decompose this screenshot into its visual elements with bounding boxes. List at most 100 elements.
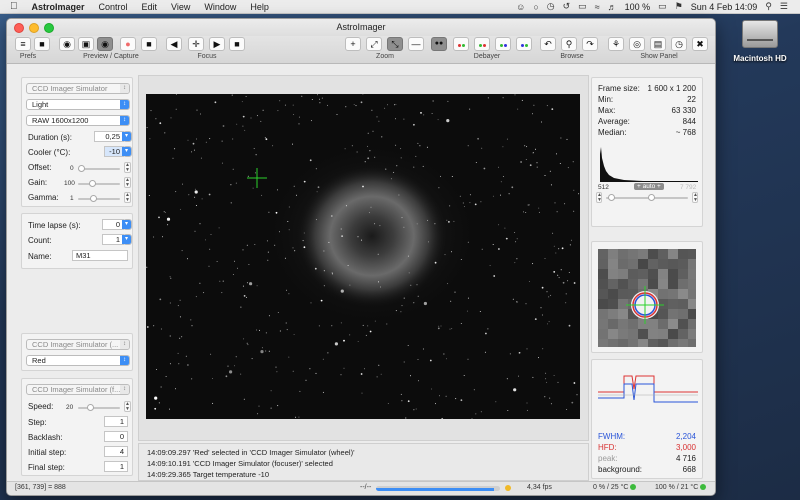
debayer-grbg-icon[interactable] <box>474 37 490 51</box>
gamma-slider[interactable] <box>78 195 120 202</box>
offset-stepper[interactable]: ▲ ▼ <box>124 162 131 173</box>
zoom-in-plus-icon[interactable]: + <box>345 37 361 51</box>
clock-icon[interactable]: ◷ <box>547 1 555 12</box>
offset-slider[interactable] <box>78 165 120 172</box>
filter-popup[interactable]: Red ↕ <box>26 355 130 366</box>
star <box>534 318 537 320</box>
duration-dropdown[interactable]: ▾ <box>122 131 132 142</box>
gain-stepper[interactable]: ▲ ▼ <box>124 177 131 188</box>
capture-stop-icon[interactable]: ■ <box>141 37 157 51</box>
zoom-out-minus-icon[interactable]: — <box>408 37 424 51</box>
browse-magnifier-icon[interactable]: ⚲ <box>561 37 577 51</box>
camera-device-popup[interactable]: CCD Imager Simulator ↕ <box>26 83 130 94</box>
clock-text[interactable]: Sun 4 Feb 14:09 <box>691 2 758 12</box>
wifi-icon[interactable]: ≈ <box>595 2 600 12</box>
count-field[interactable]: 1 <box>102 234 124 245</box>
open-folder-icon[interactable]: ■ <box>34 37 50 51</box>
speed-stepper[interactable]: ▲ ▼ <box>124 401 131 412</box>
flag-icon[interactable]: ⚑ <box>675 1 683 12</box>
frame-icon[interactable]: ▣ <box>78 37 94 51</box>
speed-slider[interactable] <box>78 404 120 411</box>
browse-undo-icon[interactable]: ↶ <box>540 37 556 51</box>
initial-step-field[interactable]: 4 <box>104 446 128 457</box>
cooler-field[interactable]: -10 <box>104 146 124 157</box>
minimize-button[interactable] <box>29 23 39 33</box>
sky-image[interactable] <box>146 94 580 419</box>
name-field[interactable]: M31 <box>72 250 128 261</box>
chat-icon[interactable]: ○ <box>533 2 538 12</box>
time-machine-icon[interactable]: ↺ <box>563 1 571 12</box>
focus-crosshair-icon[interactable] <box>247 168 267 188</box>
record-icon[interactable]: ● <box>120 37 136 51</box>
star-thumbnail[interactable] <box>598 249 696 347</box>
status-app-icon[interactable]: ☺ <box>516 2 525 12</box>
apple-menu-icon[interactable]:  <box>0 1 25 12</box>
cooler-dropdown[interactable]: ▾ <box>122 146 132 157</box>
desktop-disk[interactable]: Macintosh HD <box>728 20 792 63</box>
preview-eye-icon[interactable]: ◉ <box>59 37 75 51</box>
battery-icon[interactable]: ▭ <box>658 1 667 12</box>
focus-in-triangle-left-icon[interactable]: ◀ <box>166 37 182 51</box>
thumbnail-pixel <box>618 279 628 289</box>
volume-icon[interactable]: ♬ <box>608 2 617 12</box>
panel-globe-icon[interactable]: ◎ <box>629 37 645 51</box>
time-lapse-dropdown[interactable]: ▾ <box>122 219 132 230</box>
close-button[interactable] <box>14 23 24 33</box>
slider-knob[interactable] <box>90 195 98 202</box>
notification-center-icon[interactable]: ☰ <box>780 1 788 12</box>
time-lapse-field[interactable]: 0 <box>102 219 124 230</box>
menu-control[interactable]: Control <box>92 2 135 12</box>
step-field[interactable]: 1 <box>104 416 128 427</box>
count-dropdown[interactable]: ▾ <box>122 234 132 245</box>
panel-tools-icon[interactable]: ✖ <box>692 37 708 51</box>
backlash-field[interactable]: 0 <box>104 431 128 442</box>
debayer-gbrg-icon[interactable] <box>495 37 511 51</box>
histogram-mode-button[interactable]: + auto + <box>634 183 664 190</box>
airplay-icon[interactable]: ▭ <box>578 1 587 12</box>
focus-stop-icon[interactable]: ■ <box>229 37 245 51</box>
histogram-low-stepper[interactable]: ▲ ▼ <box>596 192 602 203</box>
zoom-button[interactable] <box>44 23 54 33</box>
hard-disk-icon[interactable] <box>742 20 778 48</box>
zoom-actual-shrink-icon[interactable]: ⤡ <box>387 37 403 51</box>
prefs-sliders-icon[interactable]: ≡ <box>15 37 31 51</box>
initial-step-label: Initial step: <box>28 448 67 457</box>
slider-knob[interactable] <box>86 404 94 411</box>
slider-knob[interactable] <box>88 180 96 187</box>
app-menu[interactable]: AstroImager <box>25 2 92 12</box>
duration-field[interactable]: 0,25 <box>94 131 124 142</box>
nebula-image[interactable] <box>146 94 580 419</box>
focuser-device-popup[interactable]: CCD Imager Simulator (f... ↕ <box>26 384 130 395</box>
menu-edit[interactable]: Edit <box>135 2 165 12</box>
thumbnail-pixel <box>638 279 648 289</box>
focus-crosshair-icon[interactable]: ✛ <box>188 37 204 51</box>
debayer-bggr-icon[interactable] <box>516 37 532 51</box>
zoom-fit-expand-icon[interactable]: ⤢ <box>366 37 382 51</box>
panel-gauge-icon[interactable]: ◷ <box>671 37 687 51</box>
debayer-mono-icon[interactable]: ●● <box>431 37 447 51</box>
gamma-stepper[interactable]: ▲ ▼ <box>124 192 131 203</box>
final-step-field[interactable]: 1 <box>104 461 128 472</box>
histogram-high-stepper[interactable]: ▲ ▼ <box>692 192 698 203</box>
battery-percent[interactable]: 100 % <box>625 2 651 12</box>
wheel-device-popup[interactable]: CCD Imager Simulator (... ↕ <box>26 339 130 350</box>
menu-view[interactable]: View <box>164 2 197 12</box>
debayer-rggb-icon[interactable] <box>453 37 469 51</box>
slider-knob[interactable] <box>78 165 85 172</box>
spotlight-icon[interactable]: ⚲ <box>765 1 772 12</box>
frame-format-popup[interactable]: RAW 1600x1200 ↕ <box>26 115 130 126</box>
panel-list-icon[interactable]: ▤ <box>650 37 666 51</box>
menu-window[interactable]: Window <box>197 2 243 12</box>
title-bar[interactable]: AstroImager <box>7 19 715 36</box>
star <box>194 196 196 198</box>
slider-knob-high[interactable] <box>648 194 655 201</box>
live-view-eye-icon[interactable]: ◉ <box>97 37 113 51</box>
gain-slider[interactable] <box>78 180 120 187</box>
focus-out-triangle-right-icon[interactable]: ▶ <box>209 37 225 51</box>
panel-devices-icon[interactable]: ⚘ <box>608 37 624 51</box>
histogram-range-slider[interactable] <box>606 194 688 201</box>
browse-redo-icon[interactable]: ↷ <box>582 37 598 51</box>
menu-help[interactable]: Help <box>243 2 276 12</box>
slider-knob-low[interactable] <box>608 194 615 201</box>
frame-type-popup[interactable]: Light ↕ <box>26 99 130 110</box>
